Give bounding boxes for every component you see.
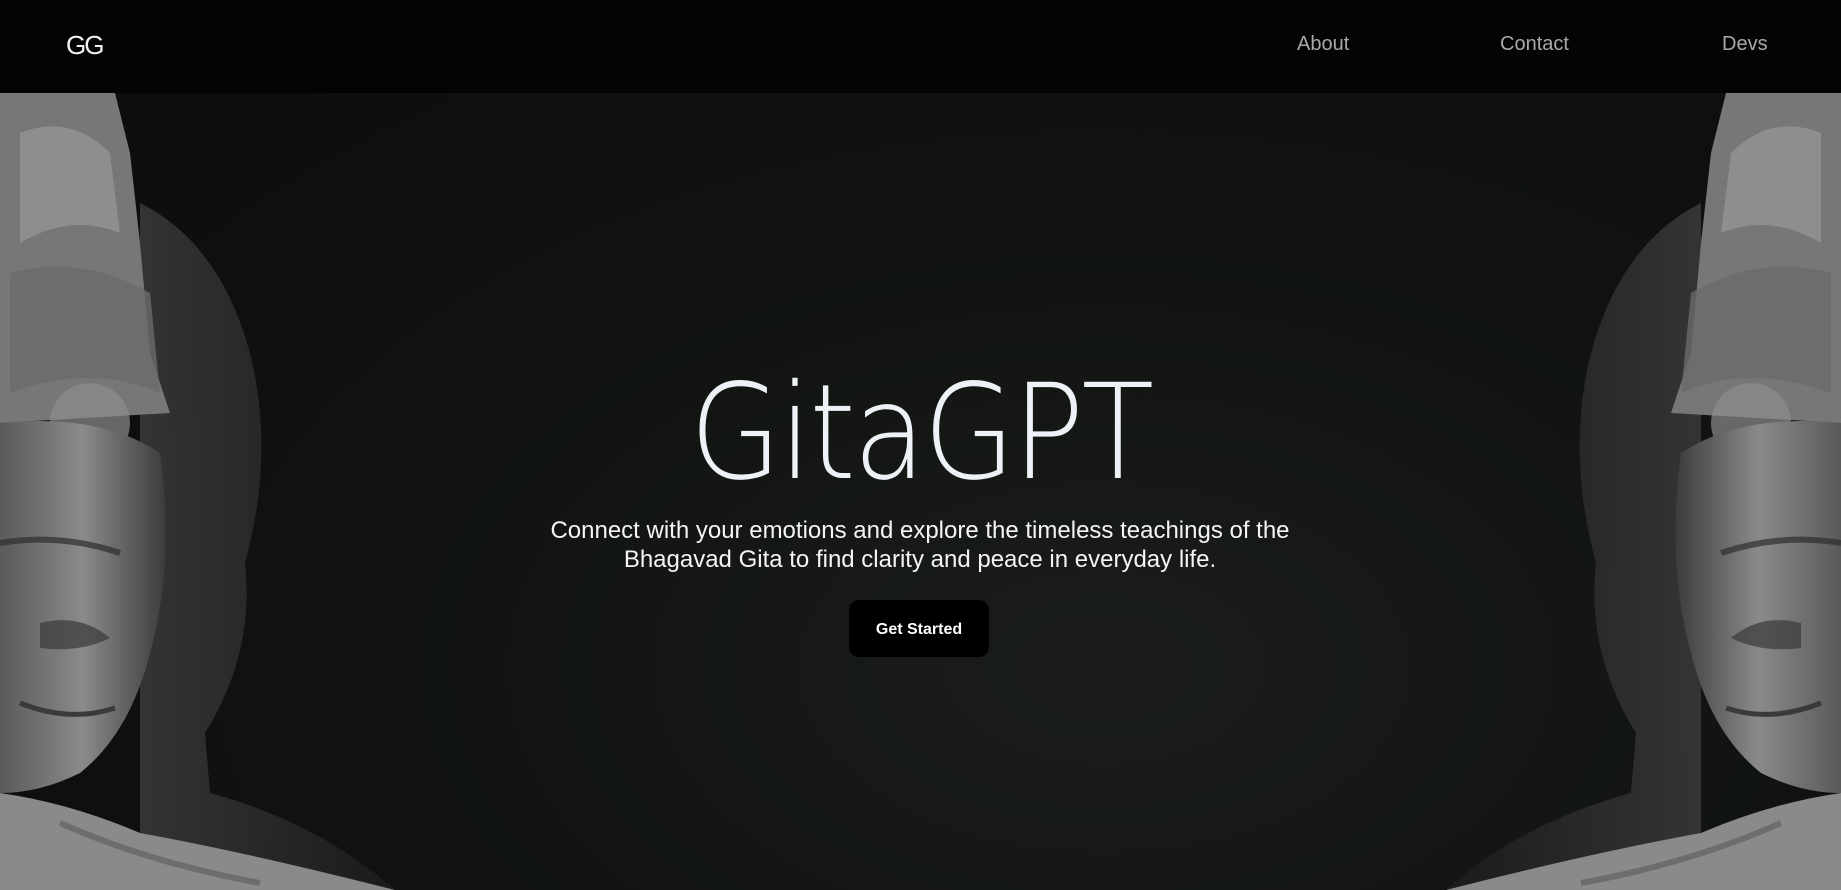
landing-page: GG About Contact Devs GitaGPT Connect wi… [0,0,1841,890]
nav-link-about[interactable]: About [1297,32,1349,56]
top-navbar: GG About Contact Devs [0,0,1841,93]
get-started-button[interactable]: Get Started [849,600,989,657]
nav-link-devs[interactable]: Devs [1722,32,1768,56]
hero-title: GitaGPT [689,356,1155,511]
logo-link[interactable]: GG [66,28,104,62]
hero-subtitle: Connect with your emotions and explore t… [550,517,1290,573]
nav-link-contact[interactable]: Contact [1500,32,1569,56]
